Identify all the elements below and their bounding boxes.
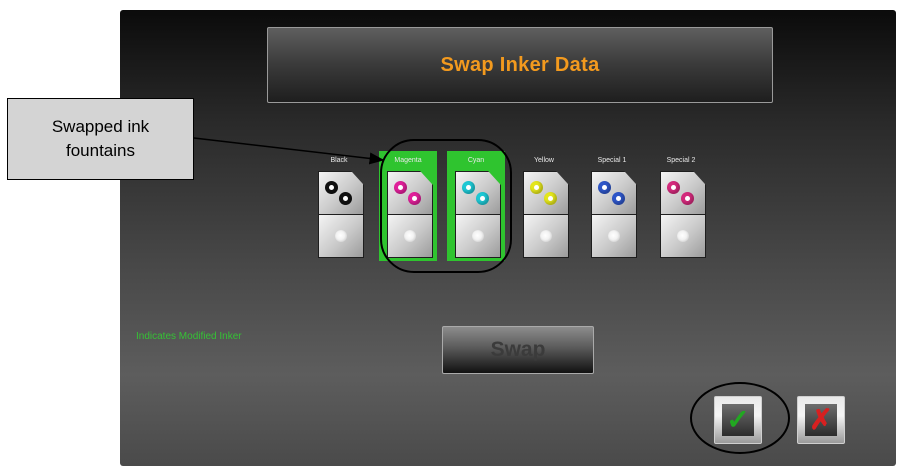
page-title: Swap Inker Data [440,53,600,76]
ink-dot-icon [462,181,475,194]
callout-box: Swapped ink fountains [7,98,194,180]
inker-label: Cyan [467,157,485,164]
title-bar: Swap Inker Data [267,27,773,103]
ink-card-icon [591,171,637,215]
ink-dot-icon [544,192,557,205]
fountain-dot-icon [472,230,484,242]
inker-cyan[interactable]: Cyan [447,151,505,261]
x-icon: ✗ [809,404,833,435]
ink-dot-icon [598,181,611,194]
ink-dot-icon [681,192,694,205]
ink-dot-icon [612,192,625,205]
swap-button-label: Swap [490,338,546,361]
fountain-card-icon [455,214,501,258]
fountain-dot-icon [677,230,689,242]
ink-dot-icon [476,192,489,205]
ok-button[interactable]: ✓ [714,396,762,444]
ink-card-icon [660,171,706,215]
inker-label: Black [330,157,348,164]
inker-yellow[interactable]: Yellow [515,151,573,261]
fountain-dot-icon [608,230,620,242]
inker-special-2[interactable]: Special 2 [652,151,710,261]
modified-inker-legend: Indicates Modified Inker [136,331,242,342]
fountain-card-icon [660,214,706,258]
fountain-card-icon [387,214,433,258]
ink-card-icon [318,171,364,215]
inker-special-1[interactable]: Special 1 [583,151,641,261]
ink-dot-icon [325,181,338,194]
ink-card-icon [523,171,569,215]
fountain-card-icon [591,214,637,258]
ink-card-icon [455,171,501,215]
ink-dot-icon [339,192,352,205]
fountain-card-icon [318,214,364,258]
swap-button[interactable]: Swap [442,326,594,374]
inker-label: Special 2 [666,157,696,164]
ink-card-icon [387,171,433,215]
inker-label: Special 1 [597,157,627,164]
ink-dot-icon [530,181,543,194]
cancel-button[interactable]: ✗ [797,396,845,444]
inker-magenta[interactable]: Magenta [379,151,437,261]
callout-text: Swapped ink fountains [51,117,150,160]
fountain-dot-icon [335,230,347,242]
inker-label: Magenta [394,157,422,164]
swap-inker-screen: Swap Inker Data Black Magenta Cyan Yello… [120,10,896,466]
check-icon: ✓ [726,404,750,435]
inker-black[interactable]: Black [310,151,368,261]
inker-label: Yellow [534,157,554,164]
ink-dot-icon [408,192,421,205]
fountain-card-icon [523,214,569,258]
fountain-dot-icon [404,230,416,242]
fountain-dot-icon [540,230,552,242]
ink-dot-icon [667,181,680,194]
ink-dot-icon [394,181,407,194]
